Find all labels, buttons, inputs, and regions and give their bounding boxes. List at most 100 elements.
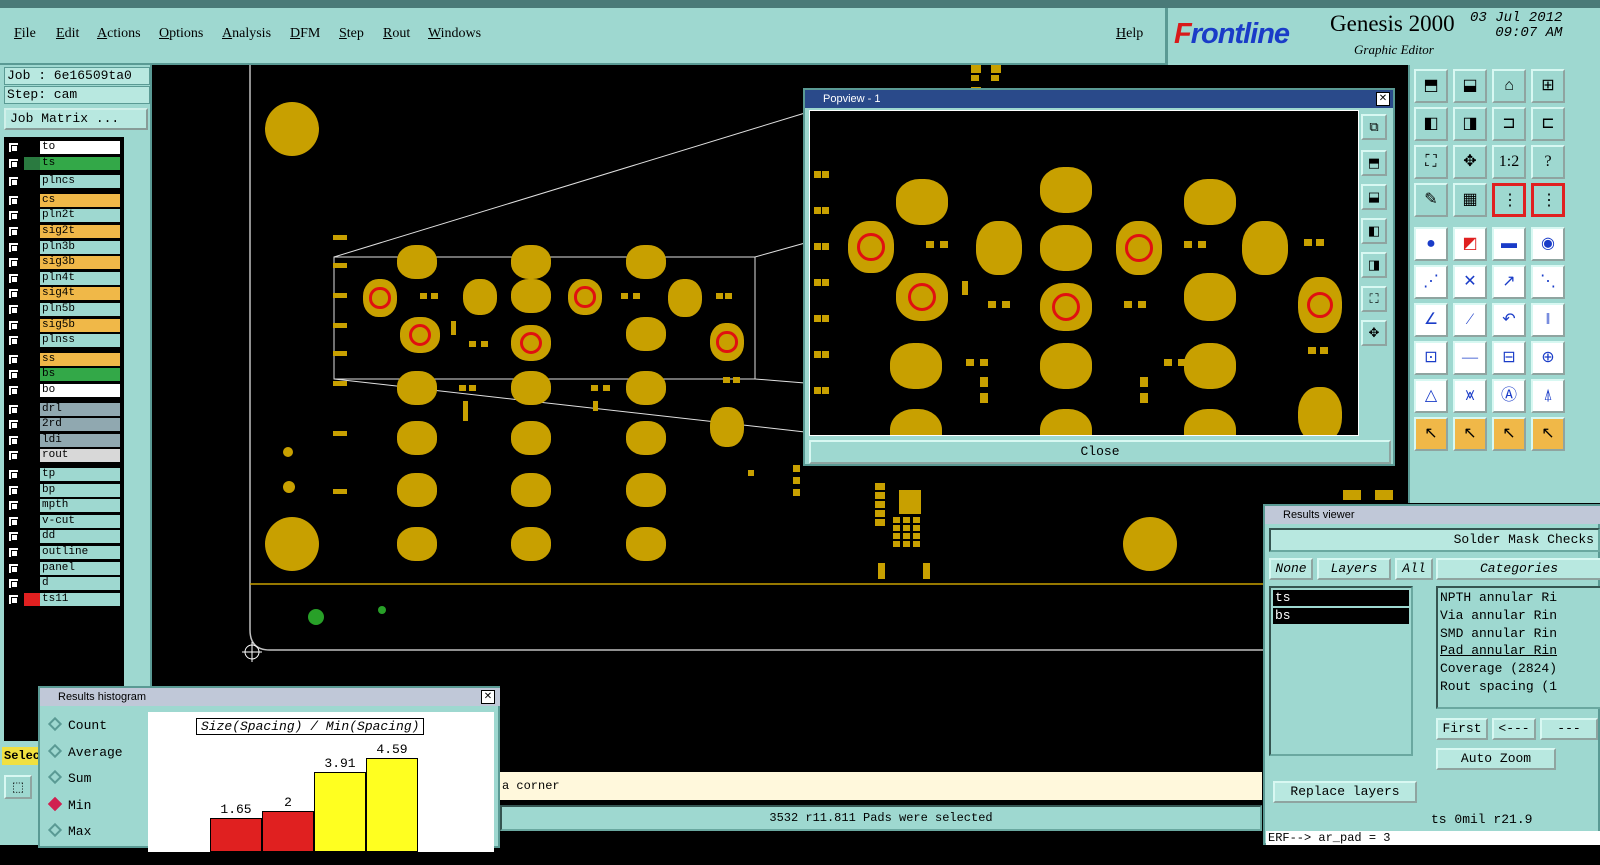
layer-row-outline[interactable]: outline [4,545,124,560]
layer-checkbox[interactable] [8,500,19,512]
popview-center-icon[interactable]: ✥ [1361,320,1387,346]
move-right-icon[interactable]: ◨ [1453,107,1487,141]
slash-icon[interactable]: ⁄ [1453,303,1487,337]
menu-help[interactable]: Help [1116,26,1143,42]
layer-checkbox[interactable] [8,484,19,496]
hline-icon[interactable]: — [1453,341,1487,375]
layer-checkbox[interactable] [8,176,19,188]
replace-layers-button[interactable]: Replace layers [1273,781,1417,803]
none-button[interactable]: None [1269,558,1313,580]
layers-button[interactable]: Layers [1317,558,1391,580]
layer-checkbox[interactable] [8,547,19,558]
node-split-icon[interactable]: ⋱ [1531,265,1565,299]
menu-windows[interactable]: Windows [428,26,481,42]
layer-name[interactable]: bp [40,483,120,497]
layer-row-2rd[interactable]: 2rd [4,417,124,432]
list-item[interactable]: Via annular Rin [1440,608,1557,624]
layer-row-pln5b[interactable]: pln5b [4,302,124,317]
list-item-selected[interactable]: Pad annular Rin [1440,643,1557,659]
layer-checkbox[interactable] [8,319,19,331]
layer-checkbox[interactable] [8,353,19,365]
layer-checkbox[interactable] [8,403,19,415]
popview-up-icon[interactable]: ⬒ [1361,150,1387,176]
layer-checkbox[interactable] [8,593,19,605]
first-button[interactable]: First [1436,718,1488,740]
pan-in-icon[interactable]: ⊐ [1492,107,1526,141]
layer-name[interactable]: pln3b [40,240,120,254]
layer-row-v-cut[interactable]: v-cut [4,514,124,529]
layer-row-ss[interactable]: ss [4,352,124,367]
layer-result-list[interactable]: ts bs [1269,586,1413,756]
layer-checkbox[interactable] [8,241,19,253]
layer-name[interactable]: d [40,577,120,591]
layer-name[interactable]: pln4t [40,271,120,285]
triangle-d-icon[interactable]: ⍋ [1531,379,1565,413]
layer-checkbox[interactable] [8,210,19,222]
prev-button[interactable]: <--- [1492,718,1536,740]
layer-checkbox[interactable] [8,257,19,269]
list-item[interactable]: Rout spacing (1 [1440,679,1557,695]
layer-name[interactable]: bs [40,368,120,382]
layer-checkbox[interactable] [8,304,19,315]
layer-checkbox[interactable] [8,272,19,284]
histogram-option-count[interactable]: Count [47,716,107,733]
layer-row-bp[interactable]: bp [4,483,124,498]
layer-row-pln2t[interactable]: pln2t [4,208,124,223]
layer-checkbox[interactable] [8,434,19,446]
pointer-d-icon[interactable]: ↖ [1531,417,1565,451]
layer-name[interactable]: pln2t [40,209,120,223]
pointer-b-icon[interactable]: ↖ [1453,417,1487,451]
histogram-option-min[interactable]: Min [47,796,91,813]
move-left-icon[interactable]: ◧ [1414,107,1448,141]
all-button[interactable]: All [1395,558,1433,580]
layer-row-rout[interactable]: rout [4,448,124,463]
circle-icon[interactable]: ◉ [1531,227,1565,261]
popview-left-icon[interactable]: ◧ [1361,218,1387,244]
layer-name[interactable]: bo [40,384,120,397]
layer-name[interactable]: drl [40,402,120,416]
triangle-a-icon[interactable]: △ [1414,379,1448,413]
layer-name[interactable]: 2rd [40,418,120,432]
list-item[interactable]: bs [1273,608,1409,624]
mirror-icon[interactable]: ‖ [1531,303,1565,337]
auto-zoom-button[interactable]: Auto Zoom [1436,748,1556,770]
layer-row-drl[interactable]: drl [4,402,124,417]
menu-options[interactable]: Options [159,26,203,42]
list-item[interactable]: NPTH annular Ri [1440,590,1557,606]
layer-name[interactable]: ss [40,352,120,366]
layer-checkbox[interactable] [8,194,19,206]
grid-icon[interactable]: ▦ [1453,183,1487,217]
popview-down-icon[interactable]: ⬓ [1361,184,1387,210]
histogram-option-average[interactable]: Average [47,743,123,760]
layer-row-dd[interactable]: dd [4,529,124,544]
layer-row-ts11[interactable]: ts11 [4,592,124,607]
layer-name[interactable]: v-cut [40,514,120,528]
menu-file[interactable]: File [14,26,36,42]
layer-row-sig3b[interactable]: sig3b [4,255,124,270]
zoom-center-icon[interactable]: ✥ [1453,145,1487,179]
list-item[interactable]: Coverage (2824) [1440,661,1557,677]
job-matrix-button[interactable]: Job Matrix ... [4,108,148,130]
layer-row-mpth[interactable]: mpth [4,498,124,513]
layer-checkbox[interactable] [8,142,19,153]
command-line[interactable]: ERF--> ar_pad = 3 [1266,831,1600,845]
layer-checkbox[interactable] [8,562,19,574]
box-icon[interactable]: ⊟ [1492,341,1526,375]
line-icon[interactable]: ◩ [1453,227,1487,261]
layer-name[interactable]: dd [40,530,120,544]
layer-checkbox[interactable] [8,226,19,237]
layer-name[interactable]: ts [40,156,120,170]
layer-row-panel[interactable]: panel [4,561,124,576]
layer-name[interactable]: plncs [40,175,120,189]
layer-row-cs[interactable]: cs [4,193,124,208]
layer-row-sig4t[interactable]: sig4t [4,286,124,301]
list-item[interactable]: ts [1273,590,1409,606]
layer-name[interactable]: rout [40,449,120,463]
histogram-close-icon[interactable]: ✕ [481,690,495,704]
layer-checkbox[interactable] [8,288,19,300]
pointer-c-icon[interactable]: ↖ [1492,417,1526,451]
layer-red-b-icon[interactable]: ⋮ [1531,183,1565,217]
popview-close-button[interactable]: Close [809,440,1391,464]
histogram-option-max[interactable]: Max [47,822,91,839]
popview-zoom-icon[interactable]: ⧉ [1361,114,1387,140]
